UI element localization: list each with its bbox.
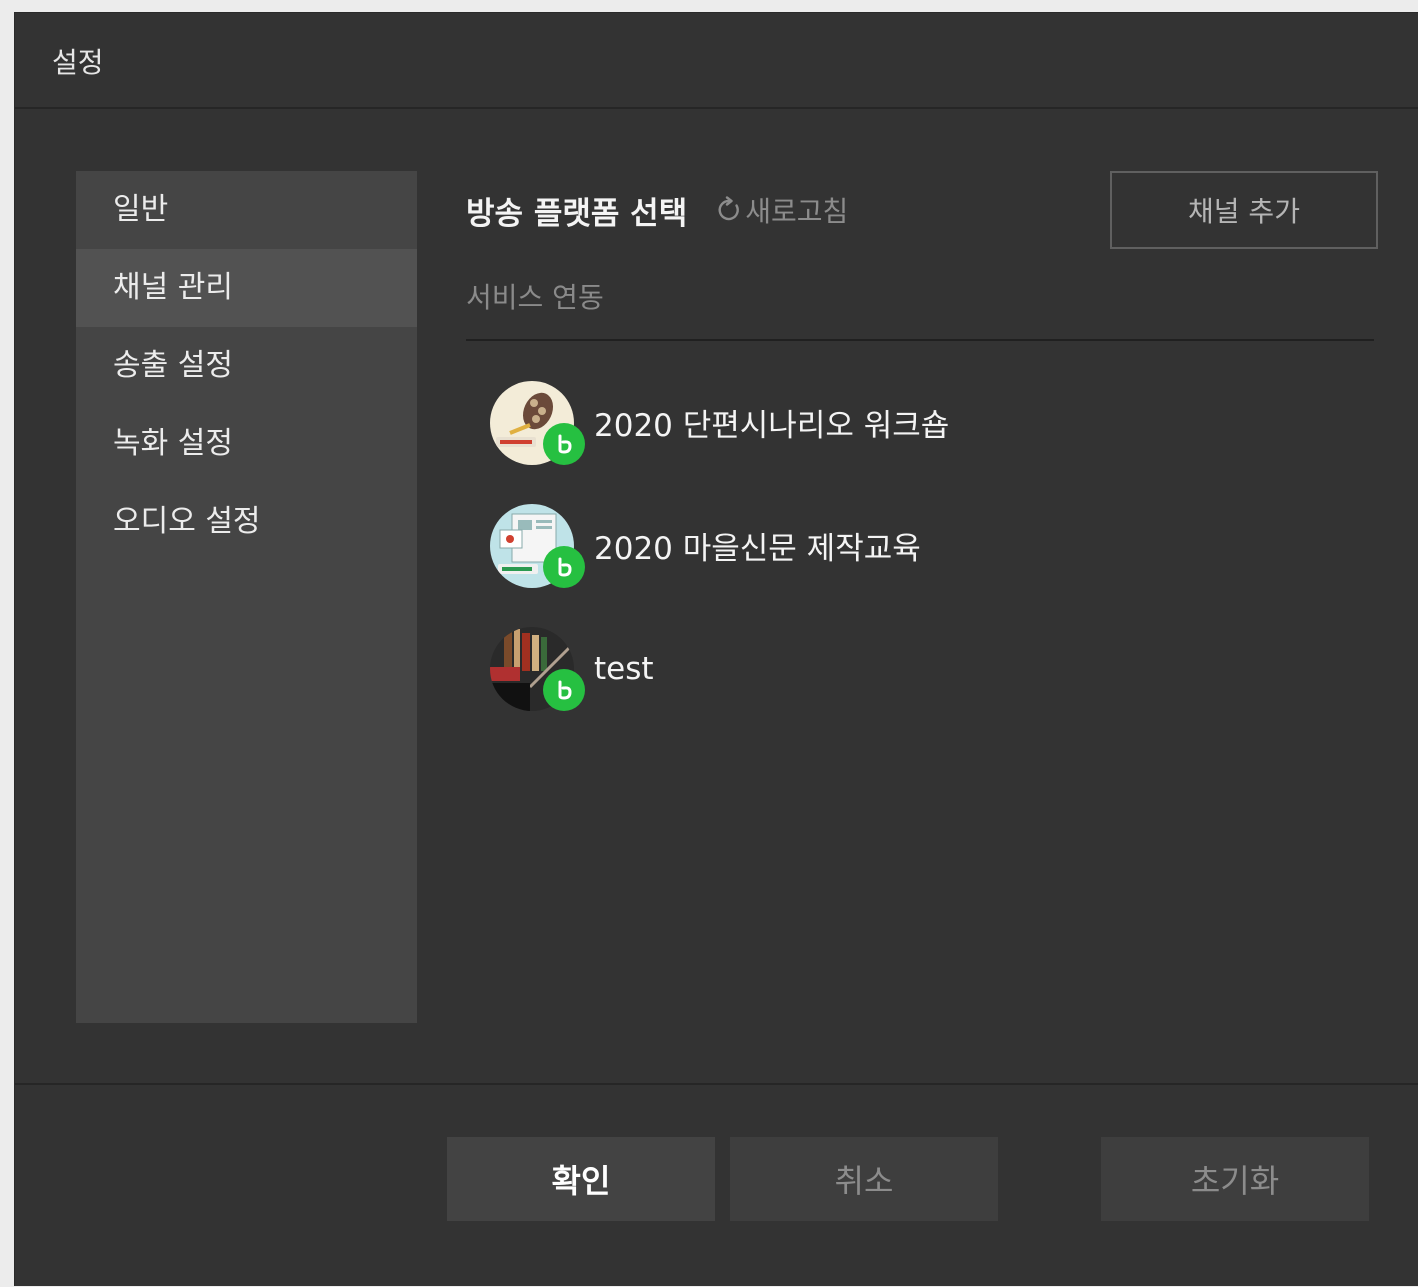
channel-item[interactable]: 2020 마을신문 제작교육	[490, 484, 1350, 607]
window-title: 설정	[52, 46, 104, 79]
section-header: 방송 플랫폼 선택 새로고침	[466, 171, 1066, 249]
channel-management-panel: 방송 플랫폼 선택 새로고침 채널 추가 서비스 연동 2020 단편시나리오 …	[466, 171, 1378, 771]
add-channel-button[interactable]: 채널 추가	[1110, 171, 1378, 249]
refresh-label: 새로고침	[745, 195, 849, 228]
band-logo-icon	[543, 545, 585, 588]
sidebar-item-recording-settings[interactable]: 녹화 설정	[76, 405, 417, 483]
confirm-button[interactable]: 확인	[447, 1137, 715, 1221]
avatar-wrap	[490, 503, 585, 588]
refresh-icon	[718, 196, 740, 221]
service-link-label: 서비스 연동	[466, 281, 604, 314]
add-channel-label: 채널 추가	[1188, 195, 1300, 228]
confirm-label: 확인	[551, 1162, 611, 1200]
sidebar-item-label: 송출 설정	[113, 348, 233, 383]
refresh-button[interactable]: 새로고침	[715, 190, 848, 230]
channel-item[interactable]: 2020 단편시나리오 워크숍	[490, 361, 1350, 484]
cancel-label: 취소	[834, 1162, 894, 1200]
avatar-wrap	[490, 380, 585, 465]
sidebar-item-label: 채널 관리	[113, 270, 233, 305]
sidebar-item-broadcast-settings[interactable]: 송출 설정	[76, 327, 417, 405]
dialog-footer: 확인 취소 초기화	[15, 1083, 1418, 1287]
divider	[466, 339, 1374, 341]
channel-list: 2020 단편시나리오 워크숍 2020 마을신문 제작교육 test	[490, 361, 1350, 730]
title-bar: 설정	[15, 13, 1418, 109]
reset-label: 초기화	[1190, 1162, 1280, 1200]
channel-item[interactable]: test	[490, 607, 1350, 730]
sidebar-item-label: 녹화 설정	[113, 426, 233, 461]
sidebar-item-channel-management[interactable]: 채널 관리	[76, 249, 417, 327]
band-logo-icon	[543, 668, 585, 711]
channel-name: 2020 마을신문 제작교육	[594, 531, 921, 567]
band-logo-icon	[543, 422, 585, 465]
sidebar-item-label: 일반	[113, 192, 169, 227]
sidebar-item-general[interactable]: 일반	[76, 171, 417, 249]
reset-button[interactable]: 초기화	[1101, 1137, 1369, 1221]
settings-window: 설정 일반 채널 관리 송출 설정 녹화 설정 오디오 설정 방송 플랫폼 선택	[14, 12, 1418, 1286]
section-title: 방송 플랫폼 선택	[466, 195, 688, 232]
cancel-button[interactable]: 취소	[730, 1137, 998, 1221]
channel-name: 2020 단편시나리오 워크숍	[594, 408, 950, 444]
avatar-wrap	[490, 626, 585, 711]
sidebar-item-label: 오디오 설정	[113, 504, 261, 539]
sidebar-item-audio-settings[interactable]: 오디오 설정	[76, 483, 417, 561]
channel-name: test	[594, 650, 654, 687]
settings-sidebar: 일반 채널 관리 송출 설정 녹화 설정 오디오 설정	[76, 171, 417, 1023]
